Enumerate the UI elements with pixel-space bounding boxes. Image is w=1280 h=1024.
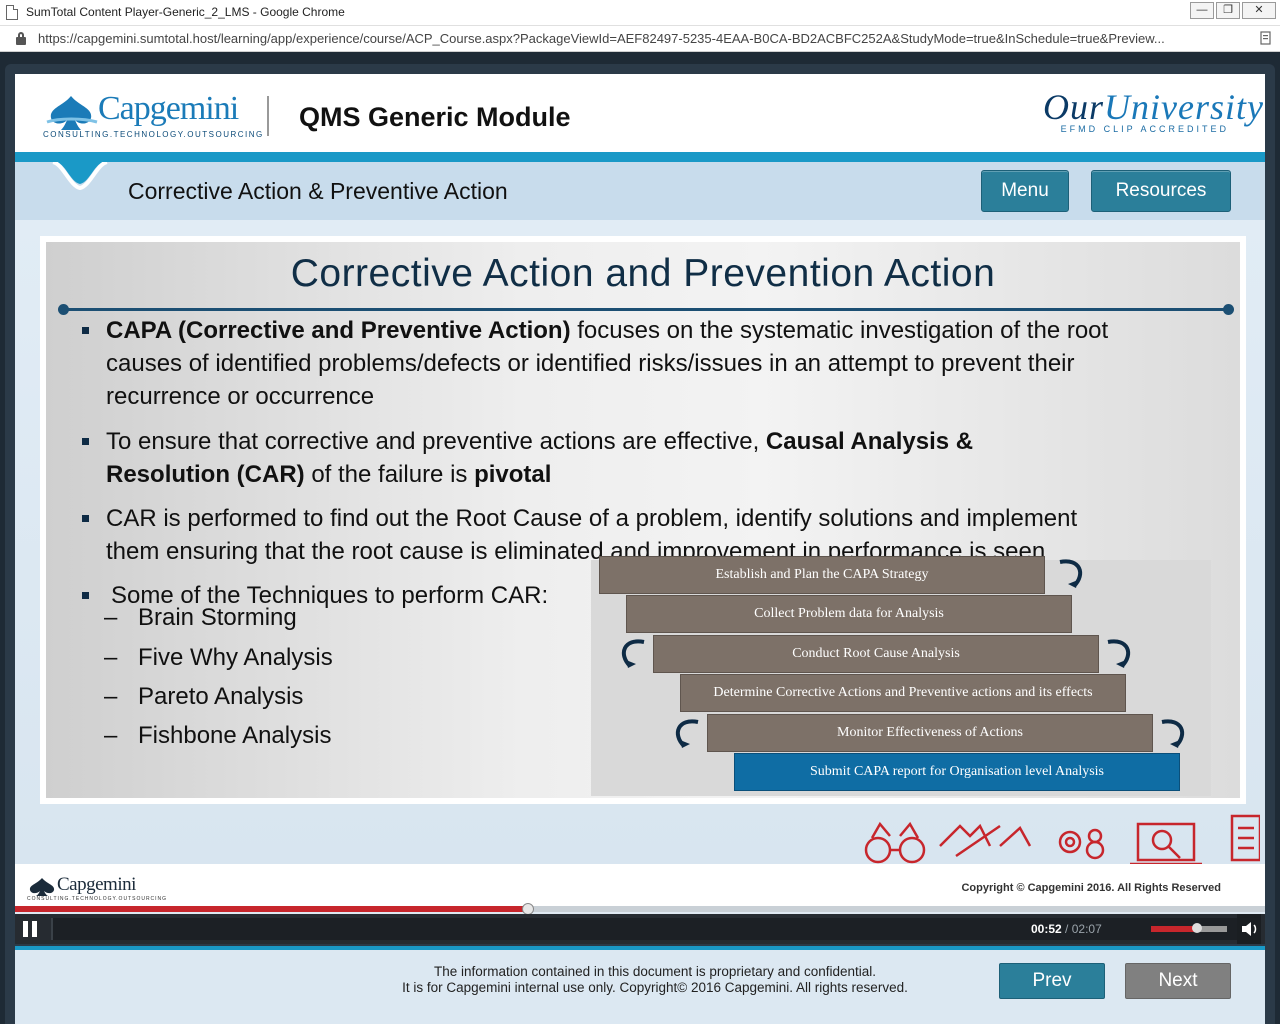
technique-label: Fishbone Analysis [138, 722, 332, 749]
bullet2-bold2: Resolution (CAR) [106, 461, 305, 488]
time-separator: / [1061, 922, 1072, 936]
curved-arrow-icon [621, 639, 645, 668]
bullet3-line1: CAR is performed to find out the Root Ca… [106, 505, 1078, 532]
our-university-logo: OurUniversity EFMD CLIP ACCREDITED [1043, 86, 1263, 146]
curved-arrow-icon [1161, 719, 1185, 748]
bullet2-mid: of the failure is [304, 461, 475, 488]
window-title: SumTotal Content Player-Generic_2_LMS - … [26, 5, 345, 19]
slide-area: Corrective Action and Prevention Action … [15, 220, 1265, 870]
flow-step: Collect Problem data for Analysis [626, 595, 1072, 633]
address-bar[interactable]: https://capgemini.sumtotal.host/learning… [0, 26, 1280, 52]
header-blue-band [15, 152, 1265, 162]
decorative-icons-row [864, 814, 1260, 866]
univ-logo-our: Our [1043, 87, 1105, 127]
disclaimer: The information contained in this docume… [355, 964, 955, 996]
flow-step: Monitor Effectiveness of Actions [707, 714, 1153, 752]
slide-content: Corrective Action and Prevention Action … [46, 242, 1240, 798]
lesson-title: Corrective Action & Preventive Action [128, 178, 508, 204]
bullet2-bold3: pivotal [474, 461, 552, 488]
technique-label: Pareto Analysis [138, 683, 304, 710]
spade-icon [29, 878, 55, 896]
bullet1-text: focuses on the systematic investigation … [570, 317, 1109, 344]
curved-arrow-icon [1059, 559, 1083, 588]
flow-step-final: Submit CAPA report for Organisation leve… [734, 753, 1180, 791]
slide-title-rule [58, 304, 1234, 315]
flow-step: Determine Corrective Actions and Prevent… [680, 674, 1126, 712]
bullet-marker [82, 438, 89, 445]
page-icon [6, 5, 18, 20]
footer-logo-tagline: CONSULTING.TECHNOLOGY.OUTSOURCING [27, 896, 168, 902]
bullet-car: To ensure that corrective and preventive… [82, 425, 974, 491]
footer-logo-wordmark: Capgemini [57, 874, 136, 895]
stage-footer: Capgemini CONSULTING.TECHNOLOGY.OUTSOURC… [15, 864, 1265, 912]
dash-marker: – [104, 722, 118, 749]
progress-fill [15, 906, 528, 912]
disclaimer-line2: It is for Capgemini internal use only. C… [402, 980, 908, 995]
curved-arrow-icon [1107, 639, 1131, 668]
copyright-text: Copyright © Capgemini 2016. All Rights R… [961, 882, 1221, 894]
technique-item: – Brain Storming [104, 604, 297, 632]
spade-icon [46, 96, 98, 130]
bullet-marker [82, 327, 89, 334]
next-button[interactable]: Next [1125, 963, 1231, 999]
flow-step: Establish and Plan the CAPA Strategy [599, 556, 1045, 594]
prev-button[interactable]: Prev [999, 963, 1105, 999]
volume-fill [1151, 926, 1197, 932]
pause-icon[interactable] [23, 921, 39, 937]
volume-slider[interactable] [1151, 923, 1227, 933]
bullet-marker [82, 592, 89, 599]
restore-button[interactable]: ❐ [1216, 2, 1240, 19]
slide-card: Corrective Action and Prevention Action … [40, 236, 1246, 804]
logo-tagline: CONSULTING.TECHNOLOGY.OUTSOURCING [43, 130, 264, 139]
browser-action-icon[interactable] [1260, 31, 1272, 48]
capgemini-logo: Capgemini CONSULTING.TECHNOLOGY.OUTSOURC… [43, 90, 262, 142]
technique-item: – Five Why Analysis [104, 644, 333, 672]
dash-marker: – [104, 683, 118, 710]
slide-title: Corrective Action and Prevention Action [290, 252, 996, 295]
technique-item: – Fishbone Analysis [104, 722, 332, 750]
player-controls: 00:52 / 02:07 [15, 914, 1265, 944]
bullet1-line2: causes of identified problems/defects or… [106, 350, 1075, 377]
bullet-marker [82, 515, 89, 522]
dash-marker: – [104, 644, 118, 671]
bullet1-line3: recurrence or occurrence [106, 383, 375, 410]
univ-logo-university: University [1104, 87, 1264, 127]
total-time: 02:07 [1071, 922, 1102, 936]
bullet2-text: To ensure that corrective and preventive… [106, 428, 766, 455]
speaker-icon[interactable] [1237, 914, 1261, 944]
player-bottom-bar: The information contained in this docume… [15, 946, 1265, 1024]
course-header: Capgemini CONSULTING.TECHNOLOGY.OUTSOURC… [15, 74, 1265, 154]
content-player: Capgemini CONSULTING.TECHNOLOGY.OUTSOURC… [5, 64, 1275, 1024]
current-time: 00:52 [1031, 922, 1062, 936]
playback-progress-bar[interactable] [15, 903, 1265, 915]
menu-button[interactable]: Menu [981, 170, 1069, 212]
bullet2-bold: Causal Analysis & [765, 428, 974, 455]
lock-icon [16, 32, 26, 45]
dash-marker: – [104, 604, 118, 631]
browser-titlebar: SumTotal Content Player-Generic_2_LMS - … [0, 0, 1280, 26]
close-button[interactable]: ✕ [1242, 2, 1276, 19]
bullet-capa: CAPA (Corrective and Preventive Action) … [82, 314, 1109, 413]
volume-knob[interactable] [1191, 923, 1202, 933]
header-divider [267, 96, 269, 136]
time-display: 00:52 / 02:07 [1031, 922, 1102, 936]
technique-label: Brain Storming [138, 604, 297, 631]
disclaimer-line1: The information contained in this docume… [434, 964, 876, 979]
logo-wordmark: Capgemini [98, 90, 239, 127]
bullet1-bold: CAPA (Corrective and Preventive Action) [106, 317, 571, 344]
technique-item: – Pareto Analysis [104, 683, 304, 711]
resources-button[interactable]: Resources [1091, 170, 1231, 212]
univ-logo-tagline: EFMD CLIP ACCREDITED [1060, 124, 1229, 134]
lesson-header: Corrective Action & Preventive Action Me… [15, 162, 1265, 220]
curved-arrow-icon [675, 719, 699, 748]
minimize-button[interactable]: — [1190, 2, 1214, 19]
flow-step: Conduct Root Cause Analysis [653, 635, 1099, 673]
module-title: QMS Generic Module [299, 102, 571, 132]
course-stage: Capgemini CONSULTING.TECHNOLOGY.OUTSOURC… [15, 74, 1265, 944]
technique-label: Five Why Analysis [138, 644, 333, 671]
footer-capgemini-logo: Capgemini CONSULTING.TECHNOLOGY.OUTSOURC… [27, 874, 166, 904]
url-text[interactable]: https://capgemini.sumtotal.host/learning… [38, 31, 1258, 46]
